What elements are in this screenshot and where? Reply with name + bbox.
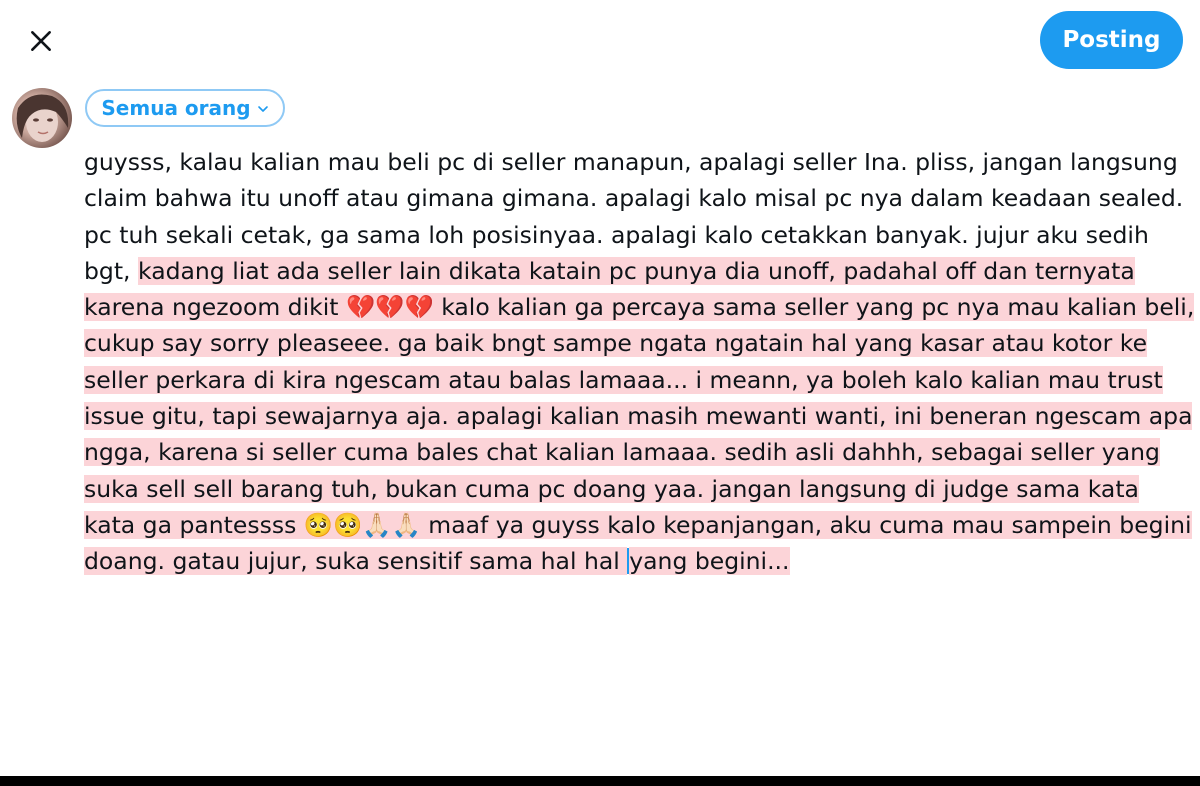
post-button[interactable]: Posting	[1040, 11, 1183, 69]
tweet-text-selected: kadang liat ada seller lain dikata katai…	[84, 256, 1195, 576]
chevron-down-icon	[257, 103, 269, 115]
bottom-bar	[0, 776, 1200, 786]
tweet-text-input[interactable]: guysss, kalau kalian mau beli pc di sell…	[84, 144, 1196, 580]
compose-screen: Posting Semua orang guysss, kalau kalian…	[0, 0, 1200, 786]
tweet-text-selected-end: yang begini...	[629, 547, 790, 576]
close-icon[interactable]	[28, 28, 54, 54]
avatar[interactable]	[12, 88, 72, 148]
avatar-image	[16, 94, 69, 142]
close-button[interactable]	[22, 22, 60, 60]
audience-selector[interactable]: Semua orang	[85, 89, 285, 127]
audience-label: Semua orang	[101, 96, 251, 120]
